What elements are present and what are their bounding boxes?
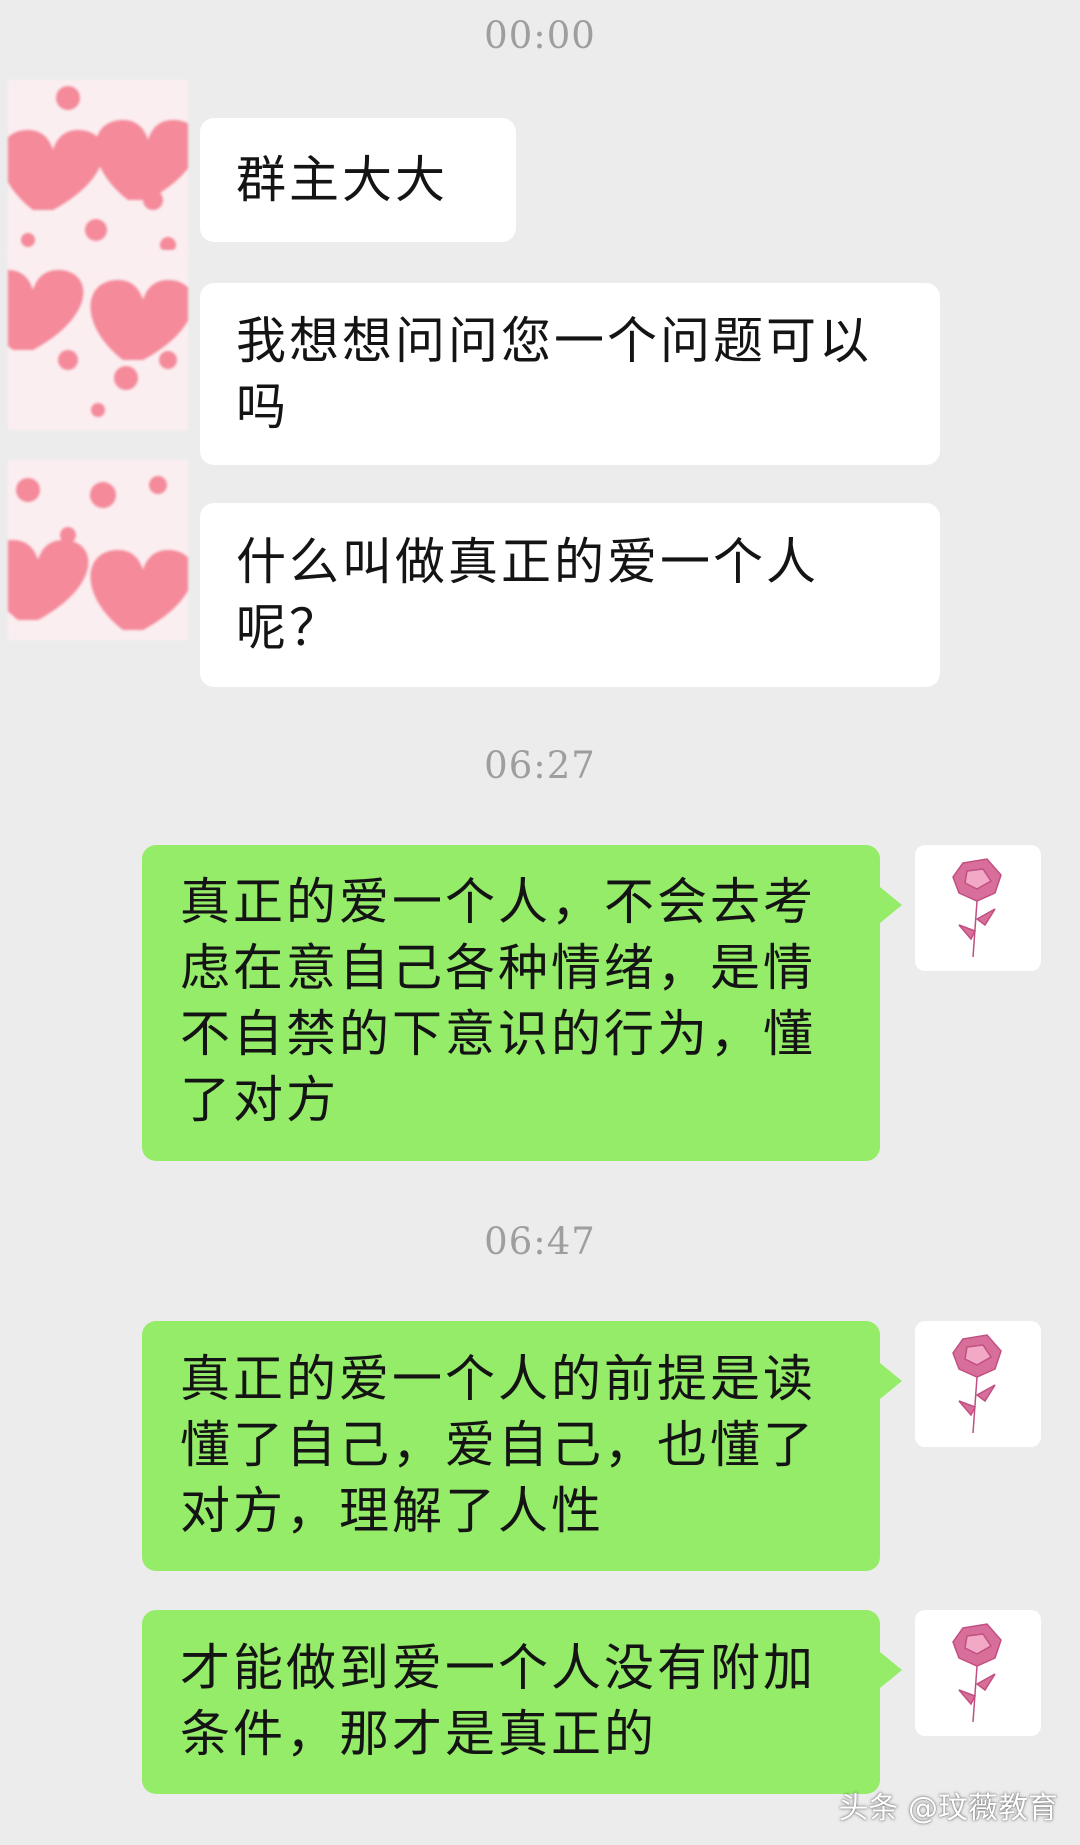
outgoing-message: 才能做到爱一个人没有附加条件，那才是真正的	[142, 1610, 902, 1794]
pink-rose-avatar-icon[interactable]	[915, 845, 1041, 971]
pink-hearts-avatar-icon[interactable]	[8, 460, 188, 640]
timestamp: 00:00	[484, 14, 596, 57]
timestamp: 06:27	[484, 744, 596, 787]
outgoing-message: 真正的爱一个人的前提是读懂了自己，爱自己，也懂了对方，理解了人性	[142, 1321, 902, 1571]
incoming-message: 群主大大	[200, 118, 516, 242]
outgoing-message: 真正的爱一个人，不会去考虑在意自己各种情绪，是情不自禁的下意识的行为，懂了对方	[142, 845, 902, 1161]
watermark: 头条 @玟薇教育	[838, 1791, 1058, 1826]
timestamp: 06:47	[484, 1220, 596, 1263]
pink-rose-avatar-icon[interactable]	[915, 1321, 1041, 1447]
pink-rose-avatar-icon[interactable]	[915, 1610, 1041, 1736]
incoming-message: 什么叫做真正的爱一个人呢？	[200, 503, 940, 687]
pink-hearts-avatar-icon[interactable]	[8, 250, 188, 430]
incoming-message: 我想想问问您一个问题可以吗	[200, 283, 940, 465]
pink-hearts-avatar-icon[interactable]	[8, 80, 188, 260]
